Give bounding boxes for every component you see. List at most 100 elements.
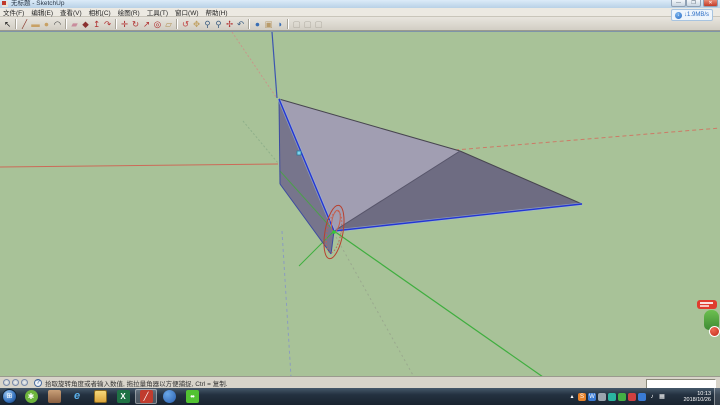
red-axis-dotted (455, 128, 720, 150)
toolbar-separator (115, 19, 117, 29)
netdisk-icon (163, 390, 176, 403)
restore-button[interactable]: ❐ (686, 0, 701, 7)
toolbar-icon-rotate[interactable]: ↻ (130, 18, 141, 30)
toolbar-separator (287, 19, 289, 29)
tray-sogou-icon[interactable]: S (578, 393, 586, 401)
toolbar-icon-orbit[interactable]: ↺ (180, 18, 191, 30)
download-speed-badge[interactable]: ↓ ↓1.9MB/s (671, 9, 713, 21)
tray-w-icon[interactable]: W (588, 393, 596, 401)
promo-badge-icon[interactable] (709, 326, 720, 337)
360safe-icon: ✱ (25, 390, 38, 403)
status-credits-icon[interactable] (12, 379, 19, 386)
taskbar-app-ie[interactable]: e (66, 389, 88, 404)
toolbar-icon-offset[interactable]: ◎ (152, 18, 163, 30)
tray-icon-1[interactable] (598, 393, 606, 401)
toolbar-separator (176, 19, 178, 29)
taskbar-app-sketchup[interactable]: ╱ (135, 389, 157, 404)
red-axis-solid (0, 164, 278, 167)
toolbar-icon-eraser[interactable]: ▰ (69, 18, 80, 30)
toolbar-icon-previous-view[interactable]: ↶ (235, 18, 246, 30)
tray-icon-4[interactable] (628, 393, 636, 401)
olive-dotted-guide (336, 237, 414, 377)
show-desktop-button[interactable] (714, 388, 720, 405)
taskbar-app-wechat[interactable]: •• (181, 389, 203, 404)
toolbar-icon-add-location[interactable]: ● (252, 18, 263, 30)
taskbar-app-360safe[interactable]: ✱ (20, 389, 42, 404)
blue-axis-down-dotted (282, 231, 291, 377)
tray-expand-icon[interactable]: ▴ (568, 393, 576, 401)
floating-promo-widget[interactable] (696, 300, 720, 348)
clock-date: 2018/10/26 (671, 397, 711, 403)
toolbar-icon-zoom[interactable]: ⚲ (202, 18, 213, 30)
sketchup-taskbar-icon: ╱ (140, 390, 153, 403)
toolbar-icon-scale[interactable]: ↗ (141, 18, 152, 30)
volume-icon[interactable]: ♪ (648, 393, 656, 401)
toolbar-icon-line[interactable]: ╱ (19, 18, 30, 30)
status-hint-text: 拾取旋转角度或者输入数值, 拖拉量角器以方便捕捉, Ctrl = 复制. (45, 378, 228, 388)
toolbar-icon-pan[interactable]: ✥ (191, 18, 202, 30)
rotation-snap-point (332, 230, 336, 234)
toolbar-icon-disabled-3: ▢ (313, 18, 324, 30)
menu-camera[interactable]: 相机(C) (89, 7, 111, 17)
menu-tools[interactable]: 工具(T) (147, 7, 168, 17)
promo-bubble[interactable] (697, 300, 717, 309)
menu-edit[interactable]: 编辑(E) (31, 7, 53, 17)
toolbar-icon-circle[interactable]: ● (41, 18, 52, 30)
toolbar-icon-paint-bucket[interactable]: ◆ (80, 18, 91, 30)
toolbar-icon-zoom-extents[interactable]: ✢ (224, 18, 235, 30)
toolbar: ↖ ╱ ▬ ● ◠ ▰ ◆ ↥ ↷ ✛ ↻ ↗ ◎ ▱ ↺ ✥ ⚲ ⚲ ✢ ↶ … (0, 17, 720, 31)
toolbar-separator (65, 19, 67, 29)
start-button[interactable]: ⊞ (2, 389, 17, 404)
drawing-area[interactable] (0, 31, 720, 377)
taskbar-app-explorer[interactable] (89, 389, 111, 404)
green-dashed-guide (243, 121, 278, 163)
toolbar-icon-disabled-1: ▢ (291, 18, 302, 30)
taskbar: ⊞ ✱ e X ╱ •• ▴ S W ♪ ▦ 10:13 2018/10/26 (0, 388, 720, 405)
inference-dot (297, 151, 301, 155)
network-icon[interactable]: ▦ (658, 393, 666, 401)
tray-icon-2[interactable] (608, 393, 616, 401)
toolbar-icon-arc[interactable]: ◠ (52, 18, 63, 30)
toolbar-icon-push-pull[interactable]: ↥ (91, 18, 102, 30)
menu-draw[interactable]: 绘图(R) (118, 7, 140, 17)
taskbar-app-excel[interactable]: X (112, 389, 134, 404)
taskbar-clock[interactable]: 10:13 2018/10/26 (671, 391, 711, 403)
download-manager-icon: ↓ (675, 12, 682, 19)
toolbar-icon-components[interactable]: ▣ (263, 18, 274, 30)
tray-icon-5[interactable] (638, 393, 646, 401)
folder-icon (94, 390, 107, 403)
toolbar-icon-tape-measure[interactable]: ▱ (163, 18, 174, 30)
model-canvas[interactable] (0, 32, 720, 377)
status-bar: ? 拾取旋转角度或者输入数值, 拖拉量角器以方便捕捉, Ctrl = 复制. (0, 376, 720, 388)
taskbar-app-netdisk[interactable] (158, 389, 180, 404)
help-icon[interactable]: ? (34, 379, 42, 387)
tray-icon-3[interactable] (618, 393, 626, 401)
menu-view[interactable]: 查看(V) (60, 7, 82, 17)
blue-axis-up (272, 32, 277, 98)
status-signin-icon[interactable] (21, 379, 28, 386)
system-tray: ▴ S W ♪ ▦ 10:13 2018/10/26 (568, 388, 720, 405)
menu-file[interactable]: 文件(F) (3, 7, 24, 17)
excel-icon: X (117, 390, 130, 403)
toolbar-separator (248, 19, 250, 29)
toolbar-icon-zoom-window[interactable]: ⚲ (213, 18, 224, 30)
toolbar-icon-move[interactable]: ✛ (119, 18, 130, 30)
toolbar-icon-rectangle[interactable]: ▬ (30, 18, 41, 30)
minimize-button[interactable]: — (671, 0, 686, 7)
toolbar-icon-select[interactable]: ↖ (2, 18, 13, 30)
toolbar-icon-disabled-2: ▢ (302, 18, 313, 30)
toolbar-icon-follow-me[interactable]: ↷ (102, 18, 113, 30)
download-speed-text: ↓1.9MB/s (684, 12, 709, 18)
qq-avatar-icon (48, 390, 61, 403)
toolbar-icon-styles[interactable]: ◑ (274, 18, 285, 30)
toolbar-separator (15, 19, 17, 29)
wechat-icon: •• (186, 390, 199, 403)
green-axis-long (334, 231, 543, 377)
menu-help[interactable]: 帮助(H) (206, 7, 228, 17)
menu-window[interactable]: 窗口(W) (175, 7, 198, 17)
status-geolocation-icon[interactable] (3, 379, 10, 386)
close-button[interactable]: ✕ (703, 0, 718, 7)
taskbar-app-qq[interactable] (43, 389, 65, 404)
red-dashed-guide (232, 32, 276, 97)
internet-explorer-icon: e (71, 390, 84, 403)
